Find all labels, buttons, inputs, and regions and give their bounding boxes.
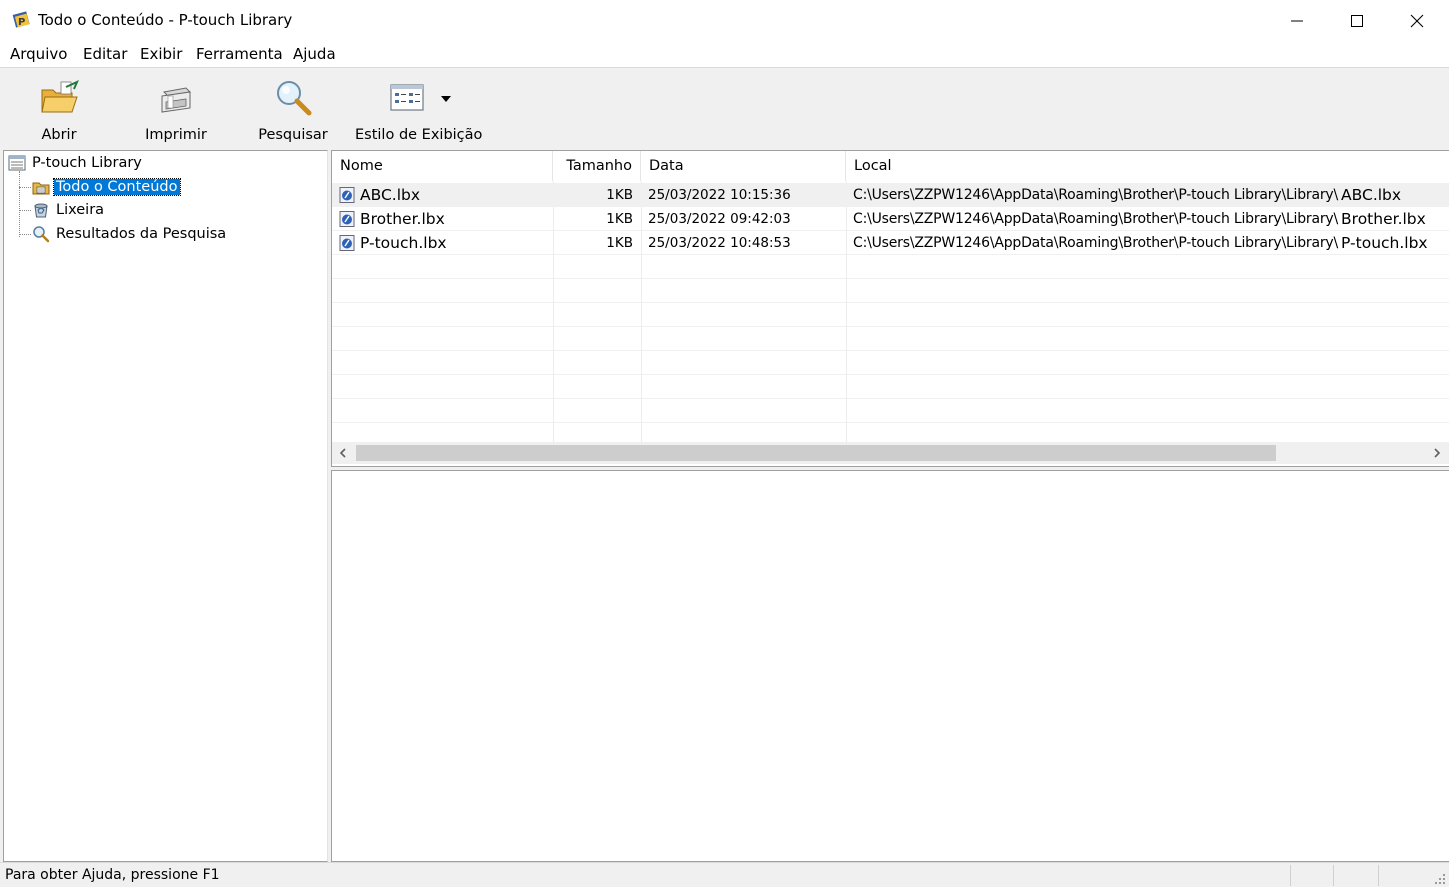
open-button[interactable]: Abrir (20, 74, 98, 144)
column-header-data[interactable]: Data (641, 151, 846, 181)
svg-text:P: P (18, 17, 25, 28)
status-text: Para obter Ajuda, pressione F1 (5, 867, 220, 883)
file-location-name: P-touch.lbx (1341, 234, 1428, 252)
maximize-icon (1351, 15, 1363, 27)
main-area: P-touch Library Todo o Conteúdo Lixeira (0, 148, 1449, 862)
tree-item-label: Resultados da Pesquisa (56, 226, 227, 242)
recycle-bin-icon (34, 203, 48, 218)
chevron-down-icon[interactable] (441, 96, 451, 102)
file-location-name: Brother.lbx (1341, 210, 1426, 228)
search-button[interactable]: Pesquisar (253, 74, 333, 144)
file-size: 1KB (606, 187, 633, 203)
empty-row (332, 375, 1449, 399)
resize-grip-icon[interactable] (1434, 873, 1446, 885)
open-folder-icon (41, 80, 79, 113)
table-row[interactable]: P-touch.lbx 1KB 25/03/2022 10:48:53 C:\U… (332, 231, 1449, 255)
print-label: Imprimir (145, 127, 207, 143)
empty-row (332, 303, 1449, 327)
menu-exibir[interactable]: Exibir (140, 45, 182, 63)
status-bar: Para obter Ajuda, pressione F1 (0, 862, 1449, 887)
table-row[interactable]: ABC.lbx 1KB 25/03/2022 10:15:36 C:\Users… (332, 183, 1449, 207)
empty-row (332, 399, 1449, 423)
file-location: C:\Users\ZZPW1246\AppData\Roaming\Brothe… (853, 211, 1339, 227)
menu-ferramenta[interactable]: Ferramenta (196, 45, 283, 63)
empty-row (332, 327, 1449, 351)
chevron-right-icon (1434, 448, 1441, 458)
title-bar: P Todo o Conteúdo - P-touch Library (0, 0, 1449, 42)
lbx-file-icon (339, 211, 355, 227)
file-location-name: ABC.lbx (1341, 186, 1402, 204)
folder-tree[interactable]: P-touch Library Todo o Conteúdo Lixeira (3, 150, 328, 862)
status-panel (1290, 865, 1332, 886)
p-touch-app-icon: P (12, 11, 30, 28)
magnifier-icon (277, 81, 312, 116)
tree-item-label: Lixeira (56, 202, 105, 218)
file-location: C:\Users\ZZPW1246\AppData\Roaming\Brothe… (853, 235, 1339, 251)
view-style-button[interactable]: Estilo de Exibição (355, 74, 483, 144)
column-header-nome[interactable]: Nome (332, 151, 553, 181)
open-label: Abrir (41, 127, 77, 143)
menu-ajuda[interactable]: Ajuda (293, 45, 336, 63)
status-panel (1333, 865, 1377, 886)
view-style-label: Estilo de Exibição (355, 127, 483, 143)
preview-pane (331, 470, 1449, 862)
tree-item-label: Todo o Conteúdo (53, 178, 181, 196)
file-list[interactable]: Nome Tamanho Data Local ABC.lbx 1KB 25/0… (331, 150, 1449, 467)
scroll-right-button[interactable] (1426, 442, 1448, 464)
horizontal-scrollbar[interactable] (332, 442, 1449, 464)
empty-row (332, 279, 1449, 303)
list-header: Nome Tamanho Data Local (332, 151, 1449, 181)
search-label: Pesquisar (258, 127, 328, 143)
file-size: 1KB (606, 235, 633, 251)
window-title: Todo o Conteúdo - P-touch Library (38, 11, 293, 29)
status-panel (1378, 865, 1422, 886)
maximize-button[interactable] (1327, 0, 1387, 42)
scroll-thumb[interactable] (356, 445, 1276, 461)
empty-row (332, 351, 1449, 375)
file-name: Brother.lbx (360, 210, 445, 228)
library-icon (8, 155, 26, 171)
file-date: 25/03/2022 10:48:53 (648, 235, 791, 251)
tree-item-p-touch-library[interactable]: P-touch Library (8, 152, 144, 174)
table-row[interactable]: Brother.lbx 1KB 25/03/2022 09:42:03 C:\U… (332, 207, 1449, 231)
menu-arquivo[interactable]: Arquivo (10, 45, 67, 63)
chevron-left-icon (339, 448, 346, 458)
file-size: 1KB (606, 211, 633, 227)
file-date: 25/03/2022 09:42:03 (648, 211, 791, 227)
view-style-icon (390, 84, 424, 111)
tree-item-lixeira[interactable]: Lixeira (32, 199, 106, 221)
tree-item-resultados-da-pesquisa[interactable]: Resultados da Pesquisa (32, 223, 228, 245)
lbx-file-icon (339, 235, 355, 251)
minimize-button[interactable] (1267, 0, 1327, 42)
minimize-icon (1291, 20, 1303, 22)
printer-icon (161, 87, 192, 113)
tree-item-todo-o-conteudo[interactable]: Todo o Conteúdo (32, 176, 181, 198)
menu-bar: Arquivo Editar Exibir Ferramenta Ajuda (0, 42, 1449, 68)
column-header-tamanho[interactable]: Tamanho (553, 151, 641, 181)
close-icon (1410, 14, 1424, 28)
menu-editar[interactable]: Editar (83, 45, 127, 63)
search-results-icon (33, 226, 50, 243)
lbx-file-icon (339, 187, 355, 203)
close-button[interactable] (1387, 0, 1447, 42)
column-header-local[interactable]: Local (846, 151, 1449, 181)
file-name: P-touch.lbx (360, 234, 447, 252)
toolbar: Abrir Imprimir Pesquisar Estilo de Exibi… (0, 68, 1449, 148)
file-location: C:\Users\ZZPW1246\AppData\Roaming\Brothe… (853, 187, 1339, 203)
file-date: 25/03/2022 10:15:36 (648, 187, 791, 203)
tree-root-label: P-touch Library (32, 155, 142, 171)
all-contents-icon (32, 182, 50, 195)
empty-row (332, 255, 1449, 279)
print-button[interactable]: Imprimir (136, 74, 216, 144)
file-name: ABC.lbx (360, 186, 421, 204)
scroll-left-button[interactable] (332, 442, 354, 464)
